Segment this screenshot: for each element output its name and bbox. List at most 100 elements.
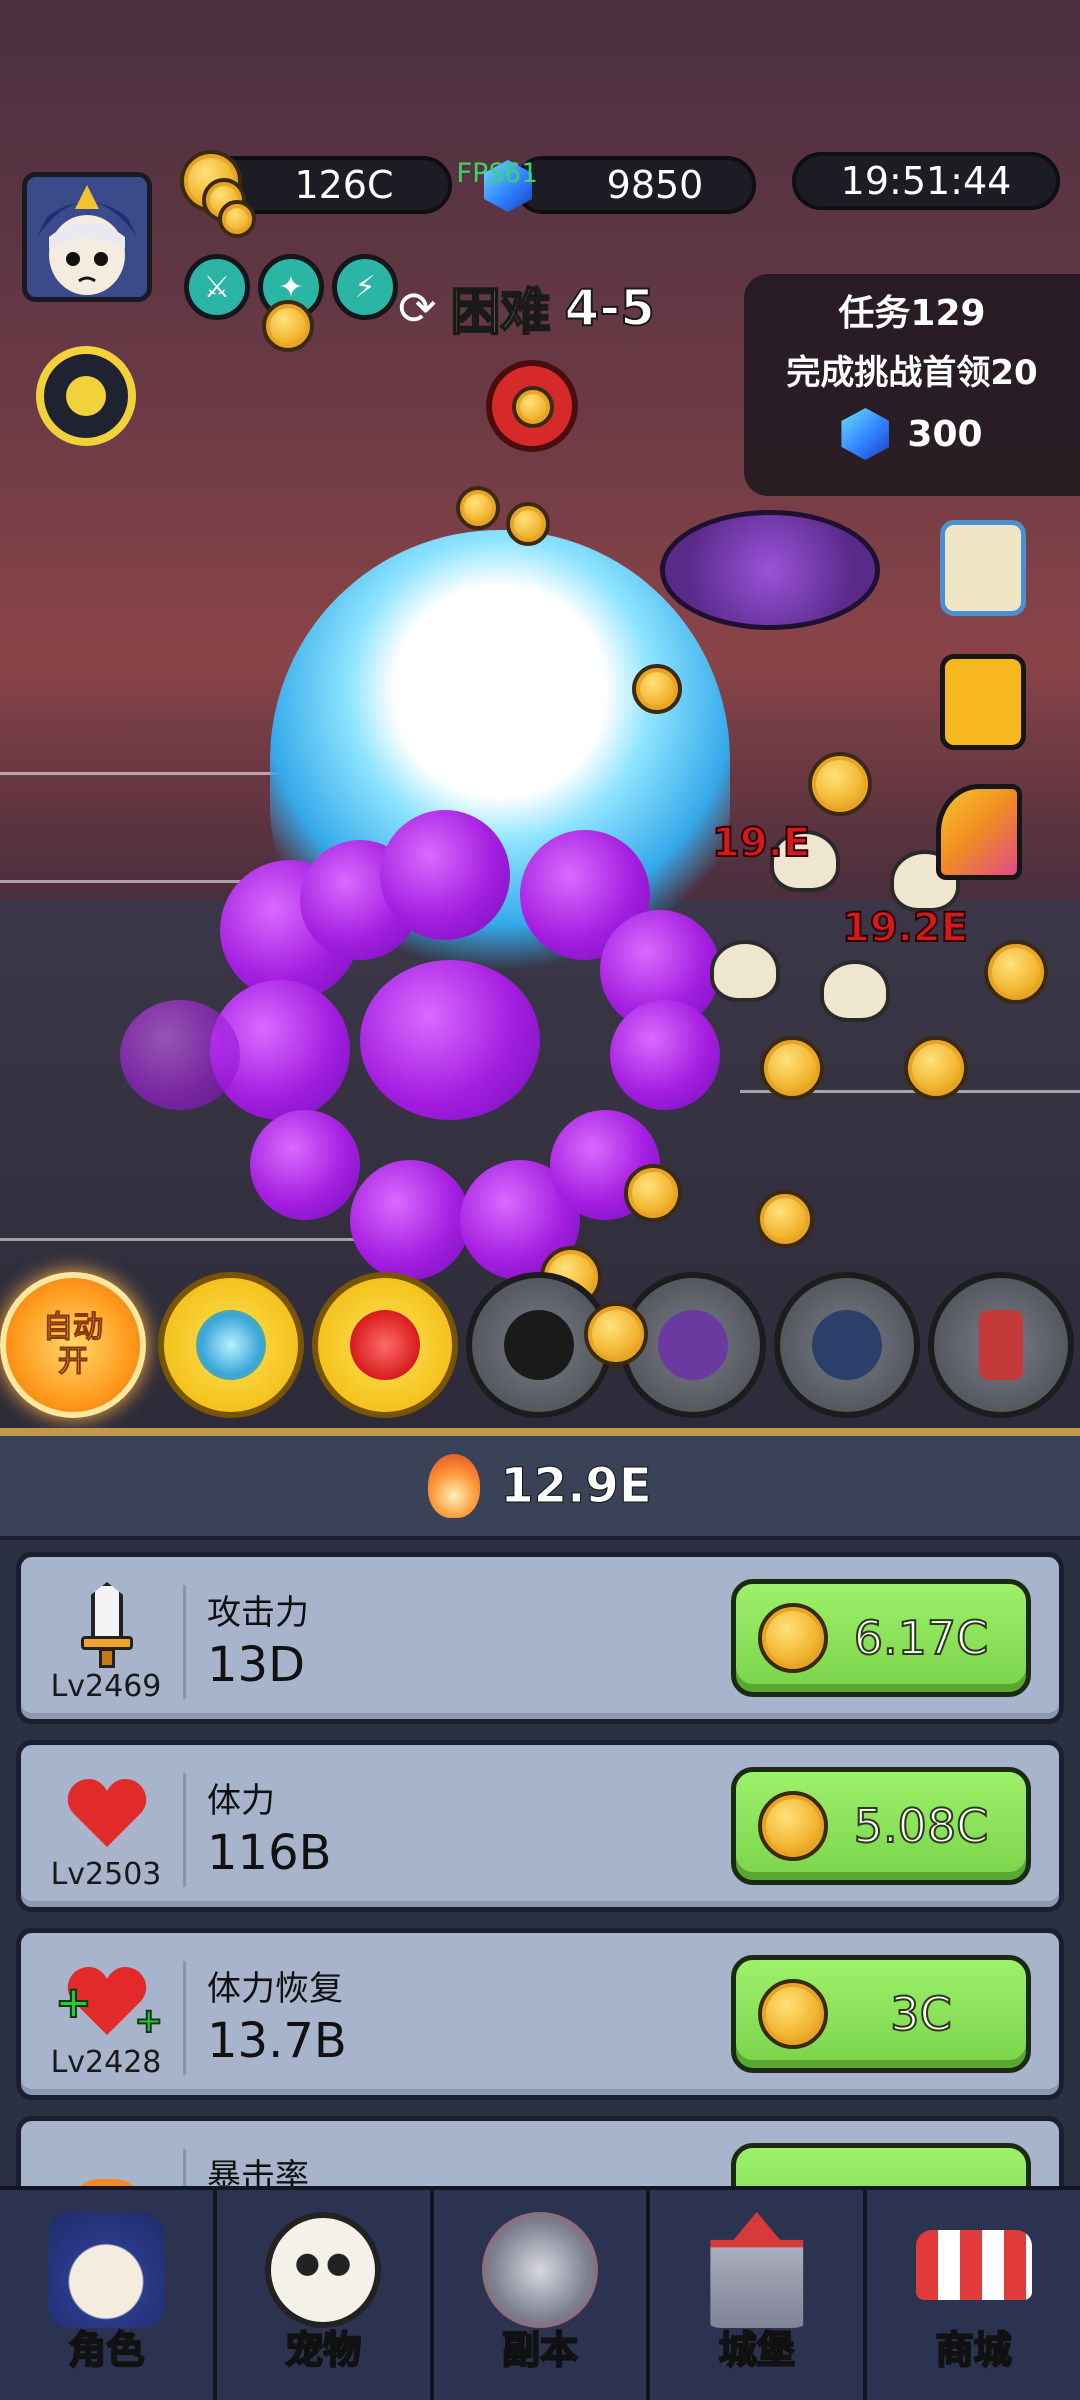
dropped-coin[interactable]: [756, 1190, 814, 1248]
heart-plus-icon: + +: [54, 1957, 164, 2045]
nav-label: 角色: [67, 2327, 145, 2373]
gold-stack-icon: [180, 150, 262, 240]
clock-time: 19:51:44: [840, 159, 1012, 203]
poison-cloud: [380, 810, 510, 940]
nav-hero[interactable]: 角色: [0, 2190, 217, 2400]
panda-icon: [265, 2212, 382, 2328]
heart-icon: [57, 1769, 157, 1857]
bomb-icon: [812, 1310, 882, 1380]
upgrade-card-regen: + + Lv2428 体力恢复 13.7B 3C: [16, 1928, 1064, 2100]
party-event-icon[interactable]: [936, 784, 1022, 880]
hero-icon: [48, 2212, 165, 2328]
dropped-coin[interactable]: [904, 1036, 968, 1100]
boss-challenge-button[interactable]: [486, 360, 578, 452]
nav-label: 宠物: [284, 2327, 362, 2373]
upgrade-value: 13.7B: [207, 2013, 347, 2069]
buy-attack-button[interactable]: 6.17C: [731, 1579, 1031, 1697]
gift-folder-icon[interactable]: [940, 654, 1026, 750]
shop-icon: [915, 2230, 1032, 2300]
sword-icon: [57, 1581, 157, 1669]
damage-number: 19.2E: [841, 904, 969, 952]
dps-value: 12.9E: [500, 1458, 652, 1515]
poison-cloud: [250, 1110, 360, 1220]
skill-meteor-button[interactable]: [158, 1272, 304, 1418]
difficulty-label: 困难: [450, 282, 552, 342]
nav-castle[interactable]: 城堡: [650, 2190, 868, 2400]
nav-label: 副本: [501, 2327, 579, 2373]
upgrade-card-health: Lv2503 体力 116B 5.08C: [16, 1740, 1064, 1912]
upgrade-value: 116B: [207, 1825, 332, 1881]
castle-icon: [710, 2212, 804, 2328]
dropped-coin[interactable]: [760, 1036, 824, 1100]
radar-wheel-icon[interactable]: [36, 346, 136, 446]
player-avatar[interactable]: [22, 172, 152, 302]
quest-title: 任务129: [838, 293, 986, 334]
fire-icon: [350, 1310, 420, 1380]
clock-display: 19:51:44: [792, 152, 1060, 210]
boss-monster[interactable]: [660, 510, 880, 630]
upgrade-level: Lv2428: [50, 2045, 162, 2080]
gem-amount: 9850: [606, 163, 704, 207]
quest-panel[interactable]: 任务129 完成挑战首领20 300: [744, 274, 1080, 496]
dropped-coin[interactable]: [624, 1164, 682, 1222]
nav-label: 商城: [935, 2327, 1013, 2373]
upgrade-card-attack: Lv2469 攻击力 13D 6.17C: [16, 1552, 1064, 1724]
flame-sword-icon: [428, 1454, 481, 1518]
buy-health-button[interactable]: 5.08C: [731, 1767, 1031, 1885]
gem-counter: 9850: [514, 156, 756, 214]
buff-lightning-icon[interactable]: ⚡: [332, 254, 398, 320]
quest-reward-amount: 300: [907, 413, 983, 455]
crossed-swords-icon: [481, 2212, 598, 2328]
upgrade-cost: 3C: [889, 1986, 952, 2042]
poison-cloud: [360, 960, 540, 1120]
auto-skill-toggle[interactable]: 自动 开: [0, 1272, 146, 1418]
nav-shop[interactable]: 商城: [867, 2190, 1080, 2400]
damage-per-second-bar: 12.9E: [0, 1436, 1080, 1540]
divider: [183, 1585, 186, 1699]
gold-amount: 126C: [294, 163, 394, 207]
skeleton-skull: [710, 940, 780, 1002]
nav-pet[interactable]: 宠物: [217, 2190, 434, 2400]
skill-fire-button[interactable]: [312, 1272, 458, 1418]
skeleton-skull: [820, 960, 890, 1022]
meteor-icon: [196, 1310, 266, 1380]
skill-bomb-button[interactable]: [774, 1272, 920, 1418]
stage-indicator[interactable]: ⟳ 困难 4-5: [398, 272, 656, 344]
bottom-nav: 角色 宠物 副本 城堡 商城: [0, 2186, 1080, 2400]
dropped-coin[interactable]: [808, 752, 872, 816]
upgrade-name: 体力: [207, 1781, 275, 1821]
gem-icon: [841, 408, 890, 460]
buy-regen-button[interactable]: 3C: [731, 1955, 1031, 2073]
upgrade-name: 攻击力: [207, 1593, 309, 1633]
nav-dungeon[interactable]: 副本: [434, 2190, 651, 2400]
auto-skill-label: 自动 开: [43, 1310, 104, 1379]
dropped-coin[interactable]: [632, 664, 682, 714]
upgrade-name: 体力恢复: [207, 1969, 343, 2009]
divider: [183, 1773, 186, 1887]
buff-attack-icon[interactable]: ⚔: [184, 254, 250, 320]
dropped-coin[interactable]: [506, 502, 550, 546]
upgrade-cost: 6.17C: [853, 1610, 990, 1666]
quest-objective: 完成挑战首领20: [786, 353, 1038, 393]
coin-icon: [758, 1791, 828, 1861]
nav-label: 城堡: [718, 2327, 796, 2373]
repeat-stage-icon[interactable]: ⟳: [398, 281, 437, 335]
damage-number: 19.E: [711, 819, 811, 867]
dropped-coin[interactable]: [584, 1302, 648, 1366]
poison-cloud: [120, 1000, 240, 1110]
dropped-coin[interactable]: [262, 300, 314, 352]
dropped-coin[interactable]: [456, 486, 500, 530]
dropped-coin[interactable]: [984, 940, 1048, 1004]
quest-reward: 300: [744, 408, 1080, 460]
mission-clipboard-icon[interactable]: [940, 520, 1026, 616]
upgrade-level: Lv2469: [50, 1669, 162, 1704]
upgrade-cost: 5.08C: [853, 1798, 990, 1854]
boss-coin-icon: [512, 386, 554, 428]
skill-dynamite-button[interactable]: [928, 1272, 1074, 1418]
hero-portrait-icon: [27, 177, 147, 297]
coin-icon: [758, 1603, 828, 1673]
bat-icon: [658, 1310, 728, 1380]
hooded-reaper-icon: [504, 1310, 574, 1380]
divider: [183, 1961, 186, 2075]
battle-scene: 19.E 19.2E 126C 9850 FPS61 19:51:44 ⚔ ✦ …: [0, 0, 1080, 1430]
